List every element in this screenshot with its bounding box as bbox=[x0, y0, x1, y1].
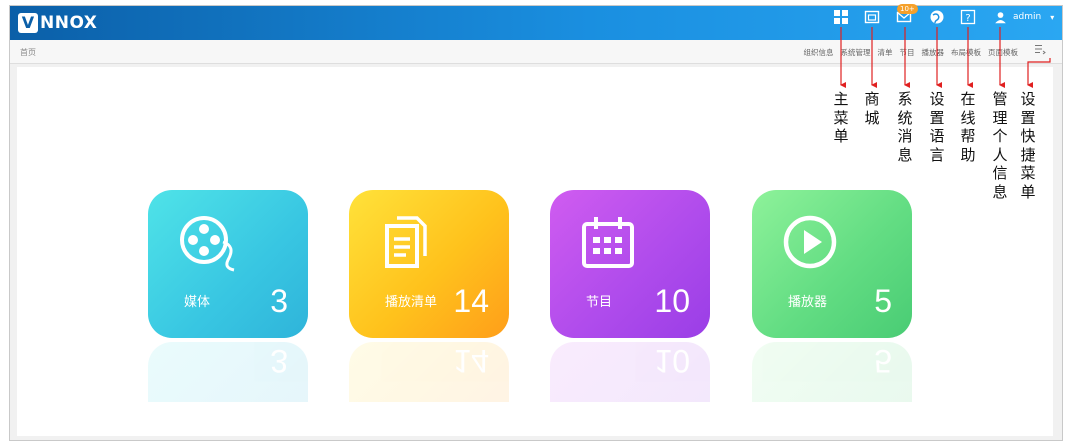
annotation-messages: 系统消息 bbox=[897, 90, 913, 164]
annotation-shortcut-menu: 设置快捷菜单 bbox=[1020, 90, 1036, 201]
film-reel-icon bbox=[176, 212, 236, 272]
quick-item-program[interactable]: 节目 bbox=[900, 47, 915, 58]
quick-menu: 组织信息 系统管理 清单 节目 播放器 布局模板 页面模板 bbox=[804, 47, 1019, 58]
card-label: 播放清单 bbox=[385, 295, 438, 310]
user-menu[interactable]: admin ▾ bbox=[994, 9, 1054, 25]
globe-icon[interactable] bbox=[929, 9, 945, 25]
quick-menu-settings-icon[interactable] bbox=[1034, 40, 1046, 55]
quick-item-list[interactable]: 清单 bbox=[878, 47, 893, 58]
logo[interactable]: V NNOX bbox=[18, 12, 97, 34]
playlist-card[interactable]: 播放清单 14 bbox=[349, 190, 509, 338]
help-icon[interactable]: ? bbox=[960, 9, 976, 25]
quick-item-player[interactable]: 播放器 bbox=[922, 47, 945, 58]
program-card[interactable]: 节目 10 bbox=[550, 190, 710, 338]
chevron-down-icon: ▾ bbox=[1050, 12, 1055, 22]
annotation-help: 在线帮助 bbox=[960, 90, 976, 164]
quick-item-layout-template[interactable]: 布局模板 bbox=[951, 47, 981, 58]
card-label: 节目 bbox=[586, 295, 613, 310]
quick-item-page-template[interactable]: 页面模板 bbox=[988, 47, 1018, 58]
annotation-language: 设置语言 bbox=[929, 90, 945, 164]
media-card[interactable]: 媒体 3 bbox=[148, 190, 308, 338]
card-label: 播放器 bbox=[788, 295, 828, 310]
svg-text:?: ? bbox=[965, 13, 970, 24]
card-reflection: 10 bbox=[550, 342, 710, 402]
annotation-store: 商城 bbox=[864, 90, 880, 127]
card-reflection: 3 bbox=[148, 342, 308, 402]
logo-mark: V bbox=[18, 13, 38, 33]
quick-item-org[interactable]: 组织信息 bbox=[804, 47, 834, 58]
store-icon[interactable] bbox=[864, 9, 880, 25]
card-count: 3 bbox=[270, 283, 288, 319]
card-label: 媒体 bbox=[184, 295, 211, 310]
card-reflection: 5 bbox=[752, 342, 912, 402]
logo-text: NNOX bbox=[40, 13, 98, 33]
message-badge: 10+ bbox=[897, 4, 918, 14]
breadcrumb[interactable]: 首页 bbox=[20, 47, 36, 58]
sub-header: 首页 组织信息 系统管理 清单 节目 播放器 布局模板 页面模板 bbox=[10, 40, 1062, 64]
card-reflection: 14 bbox=[349, 342, 509, 402]
player-card[interactable]: 播放器 5 bbox=[752, 190, 912, 338]
calendar-icon bbox=[578, 212, 638, 272]
annotation-main-menu: 主菜单 bbox=[833, 90, 849, 145]
card-count: 10 bbox=[654, 283, 690, 319]
quick-item-system[interactable]: 系统管理 bbox=[841, 47, 871, 58]
card-count: 5 bbox=[874, 283, 892, 319]
user-icon bbox=[995, 11, 1006, 23]
play-icon bbox=[780, 212, 840, 272]
annotation-profile: 管理个人信息 bbox=[992, 90, 1008, 201]
documents-icon bbox=[377, 212, 437, 272]
card-count: 14 bbox=[453, 283, 489, 319]
user-name: admin bbox=[1013, 12, 1042, 22]
main-menu-icon[interactable] bbox=[833, 9, 849, 25]
